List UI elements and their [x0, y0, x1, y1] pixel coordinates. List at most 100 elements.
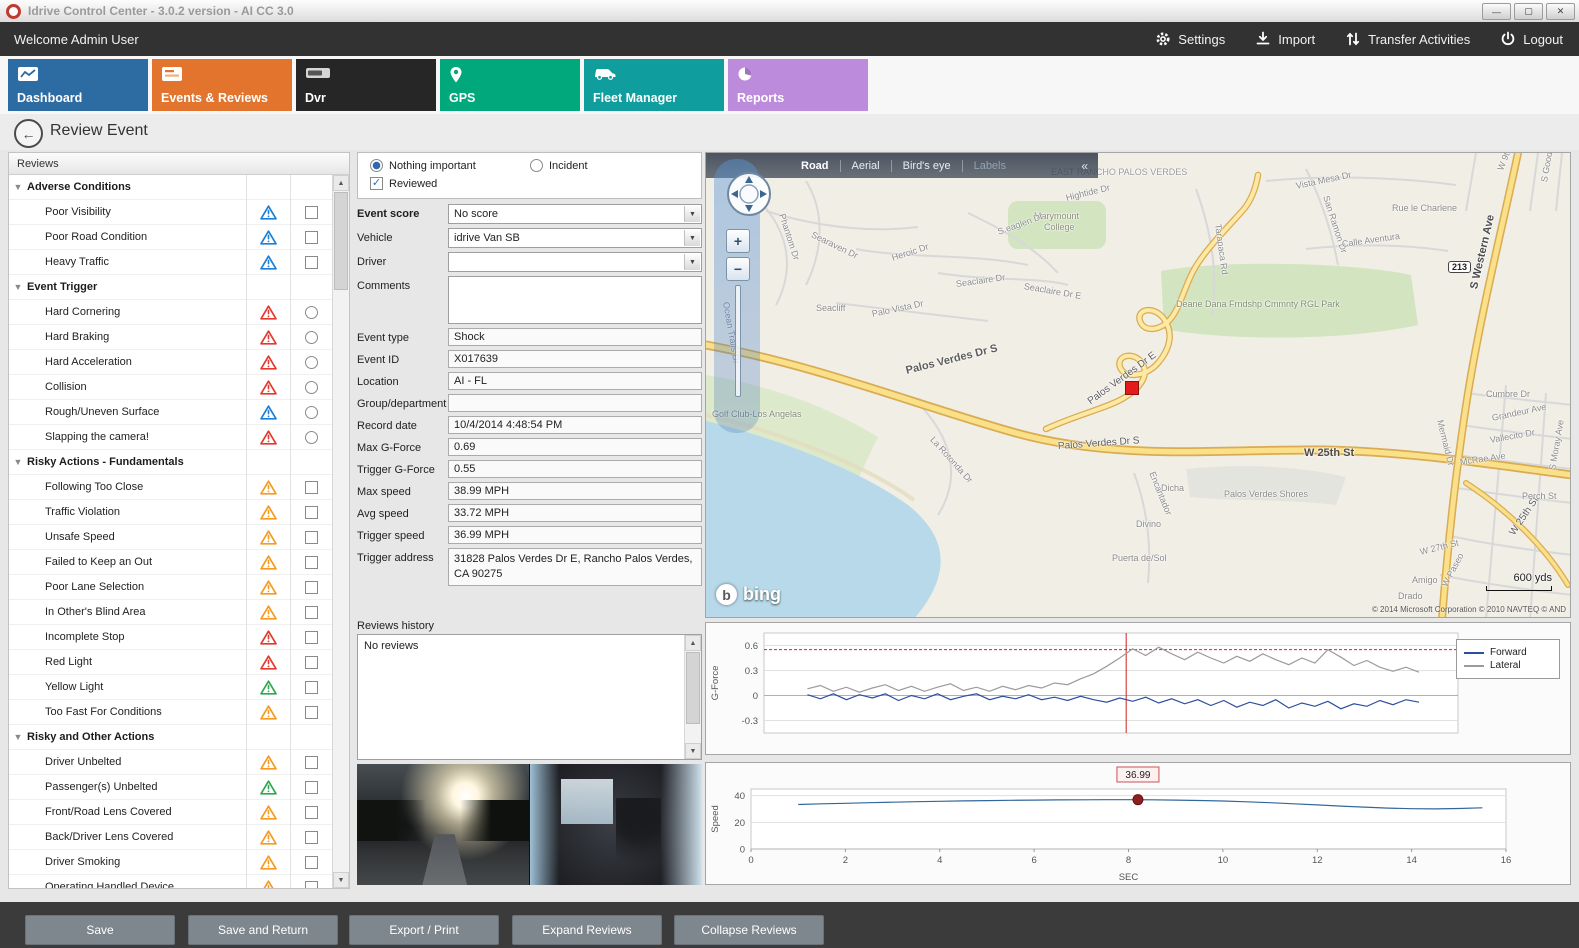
review-item-front-road-lens-covered[interactable]: Front/Road Lens Covered: [9, 800, 332, 825]
scroll-up-icon[interactable]: ▲: [685, 635, 701, 651]
review-item-poor-lane-selection[interactable]: Poor Lane Selection: [9, 575, 332, 600]
chevron-down-icon[interactable]: ▼: [684, 254, 700, 270]
avg-speed-field[interactable]: 33.72 MPH: [448, 504, 702, 522]
item-checkbox[interactable]: [305, 656, 318, 669]
chevron-down-icon[interactable]: ▼: [684, 206, 700, 222]
history-scrollbar[interactable]: ▲ ▼: [684, 635, 701, 759]
item-checkbox[interactable]: [305, 231, 318, 244]
tab-fleet-manager[interactable]: Fleet Manager: [584, 59, 724, 111]
review-category-event-trigger[interactable]: ▼Event Trigger: [9, 275, 332, 300]
item-radio[interactable]: [305, 331, 318, 344]
item-checkbox[interactable]: [305, 631, 318, 644]
event-id-field[interactable]: X017639: [448, 350, 702, 368]
review-item-operating-handled-device[interactable]: Operating Handled Device: [9, 875, 332, 888]
scroll-thumb[interactable]: [686, 652, 700, 724]
reviews-tree[interactable]: ▼Adverse ConditionsPoor VisibilityPoor R…: [9, 175, 332, 888]
scroll-down-icon[interactable]: ▼: [685, 743, 701, 759]
item-checkbox[interactable]: [305, 881, 318, 889]
tab-gps[interactable]: GPS: [440, 59, 580, 111]
item-checkbox[interactable]: [305, 781, 318, 794]
review-item-driver-smoking[interactable]: Driver Smoking: [9, 850, 332, 875]
expand-reviews-button[interactable]: Expand Reviews: [512, 915, 662, 945]
item-radio[interactable]: [305, 306, 318, 319]
item-checkbox[interactable]: [305, 531, 318, 544]
settings-button[interactable]: Settings: [1155, 31, 1225, 47]
item-checkbox[interactable]: [305, 831, 318, 844]
review-item-poor-visibility[interactable]: Poor Visibility: [9, 200, 332, 225]
zoom-slider[interactable]: [735, 285, 741, 397]
export-print-button[interactable]: Export / Print: [349, 915, 499, 945]
review-item-back-driver-lens-covered[interactable]: Back/Driver Lens Covered: [9, 825, 332, 850]
map-view-road[interactable]: Road: [790, 160, 840, 172]
review-item-following-too-close[interactable]: Following Too Close: [9, 475, 332, 500]
minimize-button[interactable]: —: [1482, 3, 1511, 20]
review-item-rough-uneven-surface[interactable]: Rough/Uneven Surface: [9, 400, 332, 425]
group-department-field[interactable]: [448, 394, 702, 412]
trigger-address-field[interactable]: 31828 Palos Verdes Dr E, Rancho Palos Ve…: [448, 548, 702, 586]
collapse-arrow-icon[interactable]: ▼: [9, 457, 27, 467]
review-category-risky-actions-fundamentals[interactable]: ▼Risky Actions - Fundamentals: [9, 450, 332, 475]
driver-camera-video[interactable]: [530, 764, 702, 885]
tab-events-reviews[interactable]: Events & Reviews: [152, 59, 292, 111]
back-button[interactable]: ←: [14, 119, 43, 148]
item-checkbox[interactable]: [305, 581, 318, 594]
transfer-activities-button[interactable]: Transfer Activities: [1345, 31, 1470, 47]
item-checkbox[interactable]: [305, 206, 318, 219]
item-checkbox[interactable]: [305, 556, 318, 569]
max-g-force-field[interactable]: 0.69: [448, 438, 702, 456]
maximize-button[interactable]: ▢: [1514, 3, 1543, 20]
item-checkbox[interactable]: [305, 256, 318, 269]
tab-reports[interactable]: Reports: [728, 59, 868, 111]
tab-dvr[interactable]: Dvr: [296, 59, 436, 111]
review-item-hard-braking[interactable]: Hard Braking: [9, 325, 332, 350]
scroll-up-icon[interactable]: ▲: [333, 175, 349, 191]
item-checkbox[interactable]: [305, 706, 318, 719]
review-item-incomplete-stop[interactable]: Incomplete Stop: [9, 625, 332, 650]
max-speed-field[interactable]: 38.99 MPH: [448, 482, 702, 500]
logout-button[interactable]: Logout: [1500, 31, 1563, 47]
import-button[interactable]: Import: [1255, 31, 1315, 47]
nothing-important-radio[interactable]: [370, 159, 383, 172]
item-checkbox[interactable]: [305, 481, 318, 494]
item-checkbox[interactable]: [305, 506, 318, 519]
item-checkbox[interactable]: [305, 806, 318, 819]
review-item-failed-to-keep-an-out[interactable]: Failed to Keep an Out: [9, 550, 332, 575]
front-camera-video[interactable]: [357, 764, 529, 885]
map-view-bird-s-eye[interactable]: Bird's eye: [891, 160, 962, 172]
review-item-red-light[interactable]: Red Light: [9, 650, 332, 675]
driver-select[interactable]: ▼: [448, 252, 702, 272]
review-item-traffic-violation[interactable]: Traffic Violation: [9, 500, 332, 525]
map-view-labels[interactable]: Labels: [962, 160, 1017, 172]
review-category-adverse-conditions[interactable]: ▼Adverse Conditions: [9, 175, 332, 200]
comments-textarea[interactable]: [448, 276, 702, 324]
map-collapse-button[interactable]: «: [1071, 159, 1098, 173]
review-item-hard-acceleration[interactable]: Hard Acceleration: [9, 350, 332, 375]
scroll-down-icon[interactable]: ▼: [333, 872, 349, 888]
save-and-return-button[interactable]: Save and Return: [188, 915, 338, 945]
scroll-thumb[interactable]: [334, 192, 348, 290]
incident-radio[interactable]: [530, 159, 543, 172]
compass-control[interactable]: [726, 171, 772, 217]
event-location-marker[interactable]: [1125, 381, 1139, 395]
item-radio[interactable]: [305, 381, 318, 394]
vehicle-select[interactable]: idrive Van SB▼: [448, 228, 702, 248]
chevron-down-icon[interactable]: ▼: [684, 230, 700, 246]
trigger-speed-field[interactable]: 36.99 MPH: [448, 526, 702, 544]
bing-map[interactable]: EAST RANCHO PALOS VERDESMarymountCollege…: [705, 152, 1571, 618]
trigger-g-force-field[interactable]: 0.55: [448, 460, 702, 478]
collapse-arrow-icon[interactable]: ▼: [9, 732, 27, 742]
review-item-collision[interactable]: Collision: [9, 375, 332, 400]
review-item-unsafe-speed[interactable]: Unsafe Speed: [9, 525, 332, 550]
collapse-reviews-button[interactable]: Collapse Reviews: [674, 915, 824, 945]
zoom-out-button[interactable]: −: [726, 257, 750, 281]
event-score-select[interactable]: No score▼: [448, 204, 702, 224]
item-checkbox[interactable]: [305, 856, 318, 869]
review-item-poor-road-condition[interactable]: Poor Road Condition: [9, 225, 332, 250]
review-item-too-fast-for-conditions[interactable]: Too Fast For Conditions: [9, 700, 332, 725]
tab-dashboard[interactable]: Dashboard: [8, 59, 148, 111]
collapse-arrow-icon[interactable]: ▼: [9, 182, 27, 192]
review-item-in-other-s-blind-area[interactable]: In Other's Blind Area: [9, 600, 332, 625]
item-checkbox[interactable]: [305, 606, 318, 619]
item-checkbox[interactable]: [305, 756, 318, 769]
save-button[interactable]: Save: [25, 915, 175, 945]
